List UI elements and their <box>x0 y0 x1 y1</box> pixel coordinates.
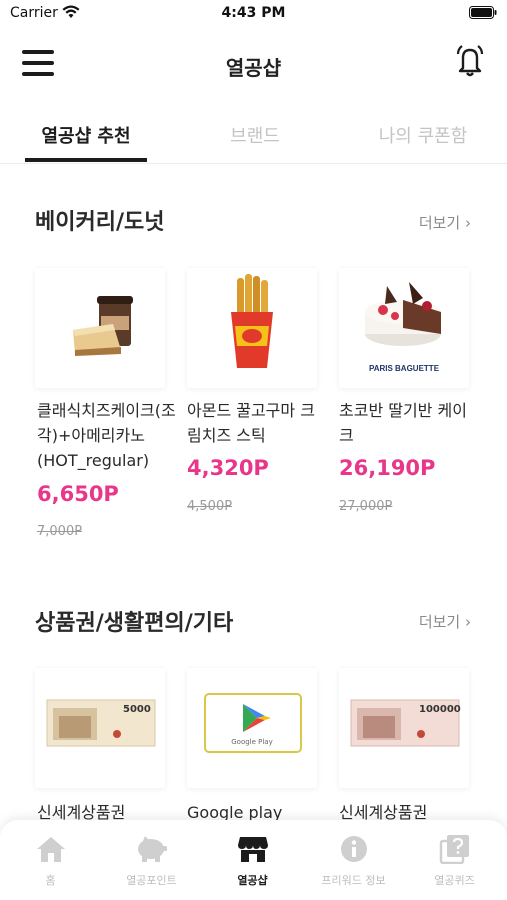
bottom-tab-label: 열공포인트 <box>126 874 177 887</box>
bottom-tab-info[interactable]: 프리워드 정보 <box>303 820 404 900</box>
product-price: 26,190P <box>339 456 436 480</box>
more-link-vouchers[interactable]: 더보기 › <box>419 611 471 632</box>
product-original-price: 7,000P <box>37 524 83 539</box>
active-tab-indicator <box>25 158 147 162</box>
section-title-bakery: 베이커리/도넛 <box>35 210 165 235</box>
quiz-icon <box>439 835 469 864</box>
battery-icon <box>469 6 497 19</box>
paris-baguette-logo: PARIS BAGUETTE <box>368 364 440 373</box>
tab-recommended[interactable]: 열공샵 추천 <box>25 122 147 148</box>
product-price: 4,320P <box>187 456 269 480</box>
bottom-tab-points[interactable]: 열공포인트 <box>101 820 202 900</box>
home-icon <box>37 837 65 862</box>
product-image-cheesecake[interactable] <box>35 268 165 388</box>
bottom-tab-label: 프리워드 정보 <box>321 874 386 887</box>
bottom-tab-quiz[interactable]: 열공퀴즈 <box>404 820 505 900</box>
google-play-card-image <box>204 693 302 753</box>
page-title: 열공샵 <box>225 56 282 80</box>
voucher-amount: 100000 <box>419 704 461 715</box>
product-image-sweet-potato-stick[interactable] <box>187 268 317 388</box>
shop-icon <box>238 837 268 862</box>
bottom-tab-bar: 홈 열공포인트 열공샵 프리워드 정보 열공퀴즈 <box>0 820 507 900</box>
bottom-tab-label: 열공퀴즈 <box>434 874 475 887</box>
voucher-amount: 5000 <box>123 704 151 715</box>
product-name[interactable]: 아몬드 꿀고구마 크림치즈 스틱 <box>187 398 327 448</box>
cheesecake-coffee-image <box>73 296 133 356</box>
cheese-stick-image <box>231 274 273 368</box>
gift-voucher-image <box>350 699 460 747</box>
bottom-tab-label: 열공샵 <box>237 874 268 887</box>
product-original-price: 4,500P <box>187 499 233 514</box>
info-icon <box>341 836 367 862</box>
bottom-tab-label: 홈 <box>45 874 56 887</box>
product-image-google-play[interactable]: Google Play <box>187 668 317 788</box>
product-original-price: 27,000P <box>339 499 393 514</box>
bottom-tab-home[interactable]: 홈 <box>0 820 101 900</box>
product-price: 6,650P <box>37 482 119 506</box>
piggy-bank-icon <box>138 836 167 862</box>
status-bar: Carrier 4:43 PM <box>0 0 507 28</box>
tab-brand[interactable]: 브랜드 <box>200 122 310 148</box>
product-image-voucher-100000[interactable]: 100000 <box>339 668 469 788</box>
product-name[interactable]: 초코반 딸기반 케이크 <box>339 398 479 448</box>
gift-voucher-image <box>46 699 156 747</box>
nav-bar: 열공샵 <box>0 28 507 100</box>
product-image-choco-strawberry-cake[interactable]: PARIS BAGUETTE <box>339 268 469 388</box>
product-image-voucher-5000[interactable]: 5000 <box>35 668 165 788</box>
section-title-vouchers: 상품권/생활편의/기타 <box>35 611 234 636</box>
tab-my-coupons[interactable]: 나의 쿠폰함 <box>360 122 486 148</box>
more-link-bakery[interactable]: 더보기 › <box>419 212 471 233</box>
bell-icon[interactable] <box>455 44 485 78</box>
status-time: 4:43 PM <box>221 5 286 21</box>
google-play-caption: Google Play <box>231 738 273 746</box>
bottom-tab-shop[interactable]: 열공샵 <box>202 820 303 900</box>
tab-bar: 열공샵 추천 브랜드 나의 쿠폰함 <box>0 100 507 164</box>
product-name[interactable]: 클래식치즈케이크(조각)+아메리카노(HOT_regular) <box>37 398 177 473</box>
